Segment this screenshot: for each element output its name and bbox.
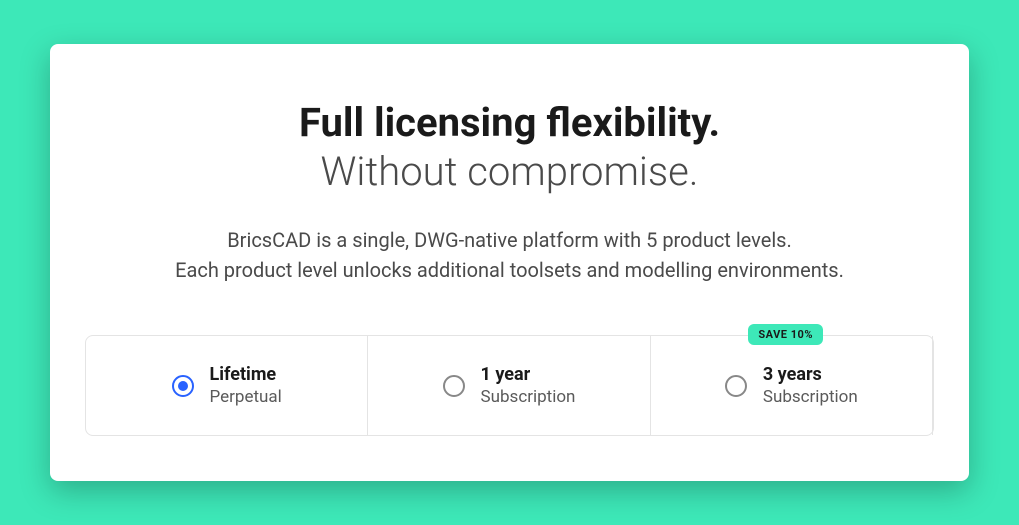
- option-1-year[interactable]: 1 year Subscription: [368, 336, 650, 435]
- heading-block: Full licensing flexibility. Without comp…: [85, 99, 934, 197]
- license-options: Lifetime Perpetual 1 year Subscription 3…: [85, 335, 934, 436]
- radio-icon: [443, 375, 465, 397]
- option-title: 1 year: [481, 364, 576, 385]
- option-title: 3 years: [763, 364, 858, 385]
- option-text: Lifetime Perpetual: [210, 364, 282, 407]
- licensing-card: Full licensing flexibility. Without comp…: [50, 44, 969, 481]
- option-lifetime[interactable]: Lifetime Perpetual: [86, 336, 368, 435]
- option-subtitle: Perpetual: [210, 387, 282, 407]
- option-subtitle: Subscription: [481, 387, 576, 407]
- save-badge: SAVE 10%: [748, 324, 823, 345]
- option-text: 3 years Subscription: [763, 364, 858, 407]
- description-line-1: BricsCAD is a single, DWG-native platfor…: [85, 225, 934, 255]
- heading-light: Without compromise.: [85, 147, 934, 197]
- option-title: Lifetime: [210, 364, 282, 385]
- radio-icon: [725, 375, 747, 397]
- description-line-2: Each product level unlocks additional to…: [85, 255, 934, 285]
- option-subtitle: Subscription: [763, 387, 858, 407]
- heading-bold: Full licensing flexibility.: [85, 99, 934, 147]
- description-block: BricsCAD is a single, DWG-native platfor…: [85, 225, 934, 285]
- radio-icon: [172, 375, 194, 397]
- option-text: 1 year Subscription: [481, 364, 576, 407]
- option-3-years[interactable]: 3 years Subscription: [651, 336, 933, 435]
